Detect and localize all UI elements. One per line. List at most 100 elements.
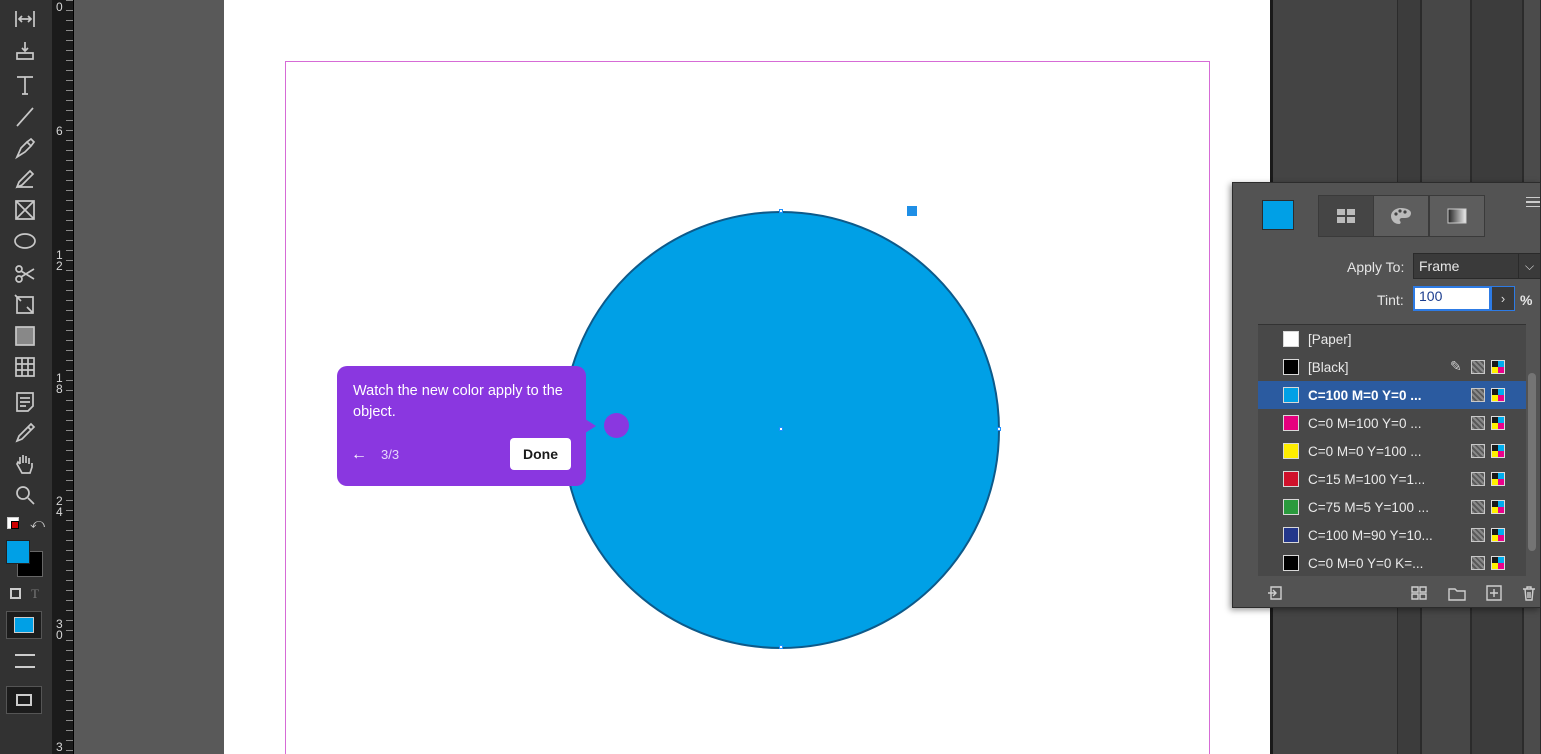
ruler-label: 0 bbox=[56, 0, 63, 14]
cmyk-mode-icon bbox=[1491, 528, 1505, 542]
swatch-name: [Black] bbox=[1308, 360, 1349, 375]
tint-unit: % bbox=[1520, 292, 1533, 308]
cmyk-mode-icon bbox=[1491, 472, 1505, 486]
center-point[interactable] bbox=[779, 427, 783, 431]
cmyk-mode-icon bbox=[1491, 500, 1505, 514]
swatch-name: C=0 M=0 Y=100 ... bbox=[1308, 444, 1422, 459]
ruler-label: 24 bbox=[56, 494, 63, 519]
chevron-down-icon: ⌵ bbox=[1518, 254, 1540, 278]
ruler-label: 6 bbox=[56, 124, 63, 138]
live-corner-handle[interactable] bbox=[907, 206, 917, 216]
fill-color-indicator[interactable] bbox=[6, 540, 30, 564]
done-button[interactable]: Done bbox=[510, 438, 571, 470]
note-tool-icon[interactable] bbox=[8, 389, 42, 415]
import-swatches-icon[interactable] bbox=[1266, 583, 1286, 603]
swatch-row-blue[interactable]: C=100 M=90 Y=10... bbox=[1258, 521, 1526, 549]
swatch-row-red[interactable]: C=15 M=100 Y=1... bbox=[1258, 465, 1526, 493]
cmyk-mode-icon bbox=[1491, 388, 1505, 402]
swatch-row-yellow[interactable]: C=0 M=0 Y=100 ... bbox=[1258, 437, 1526, 465]
process-color-icon bbox=[1471, 388, 1485, 402]
swatch-chip bbox=[1283, 443, 1299, 459]
gradient-swatch-tool-icon[interactable] bbox=[8, 323, 42, 349]
apply-to-label: Apply To: bbox=[1347, 259, 1405, 275]
swatch-row-green[interactable]: C=75 M=5 Y=100 ... bbox=[1258, 493, 1526, 521]
gap-tool-icon[interactable] bbox=[8, 6, 42, 32]
new-swatch-icon[interactable] bbox=[1484, 583, 1504, 603]
tint-label: Tint: bbox=[1377, 292, 1404, 308]
ruler-ticks bbox=[66, 0, 73, 754]
ellipse-tool-icon[interactable] bbox=[8, 228, 42, 254]
formatting-text-icon[interactable]: T bbox=[31, 586, 39, 602]
free-transform-tool-icon[interactable] bbox=[8, 292, 42, 318]
swatch-name: C=100 M=0 Y=0 ... bbox=[1308, 388, 1422, 403]
coach-hotspot bbox=[604, 413, 629, 438]
eyedropper-tool-icon[interactable] bbox=[8, 420, 42, 446]
coach-step-counter: 3/3 bbox=[381, 447, 400, 462]
cmyk-mode-icon bbox=[1491, 556, 1505, 570]
swatch-chip bbox=[1283, 471, 1299, 487]
apply-to-dropdown[interactable]: Frame ⌵ bbox=[1413, 253, 1541, 279]
tools-panel: ⤺ T bbox=[0, 0, 52, 754]
view-mode-icon[interactable] bbox=[15, 654, 35, 668]
swap-fill-stroke-icon[interactable]: ⤺ bbox=[30, 515, 45, 532]
default-fill-stroke-icon[interactable] bbox=[7, 517, 19, 529]
cmyk-mode-icon bbox=[1491, 444, 1505, 458]
pen-tool-icon[interactable] bbox=[8, 135, 42, 161]
palette-icon bbox=[1391, 208, 1411, 224]
process-color-icon bbox=[1471, 556, 1485, 570]
swatch-row-registration[interactable]: C=0 M=0 Y=0 K=... bbox=[1258, 549, 1526, 576]
scissors-tool-icon[interactable] bbox=[8, 261, 42, 287]
tint-slider-toggle[interactable]: › bbox=[1491, 286, 1515, 311]
swatch-chip bbox=[1283, 415, 1299, 431]
swatch-row-black[interactable]: [Black] ✎ bbox=[1258, 353, 1526, 381]
tint-input[interactable]: 100 bbox=[1413, 286, 1491, 311]
hand-tool-icon[interactable] bbox=[8, 451, 42, 477]
swatch-chip bbox=[1283, 527, 1299, 543]
selection-handle[interactable] bbox=[779, 645, 783, 649]
back-arrow-icon[interactable]: ← bbox=[351, 446, 367, 464]
apply-color-button[interactable] bbox=[6, 611, 42, 639]
show-all-swatches-button[interactable] bbox=[1318, 195, 1374, 237]
process-color-icon bbox=[1471, 360, 1485, 374]
swatch-chip bbox=[1283, 555, 1299, 571]
gradient-feather-tool-icon[interactable] bbox=[8, 354, 42, 380]
swatch-views-icon[interactable] bbox=[1409, 583, 1429, 603]
show-gradient-swatches-button[interactable] bbox=[1429, 195, 1485, 237]
ruler-label: 3 bbox=[56, 740, 63, 754]
panel-menu-icon[interactable] bbox=[1526, 197, 1540, 207]
swatch-row-paper[interactable]: [Paper] bbox=[1258, 325, 1526, 353]
fill-swatch-preview[interactable] bbox=[1262, 200, 1294, 230]
selection-handle[interactable] bbox=[997, 427, 1001, 431]
screen-mode-button[interactable] bbox=[6, 686, 42, 714]
swatch-row-magenta[interactable]: C=0 M=100 Y=0 ... bbox=[1258, 409, 1526, 437]
swatches-panel: Apply To: Frame ⌵ Tint: 100 › % [Paper] … bbox=[1232, 182, 1541, 608]
zoom-tool-icon[interactable] bbox=[8, 482, 42, 508]
rectangle-frame-tool-icon[interactable] bbox=[8, 197, 42, 223]
swatch-row-cyan[interactable]: C=100 M=0 Y=0 ... bbox=[1258, 381, 1526, 409]
swatch-list[interactable]: [Paper] [Black] ✎ C=100 M=0 Y=0 ... C=0 … bbox=[1258, 324, 1526, 576]
selection-handle[interactable] bbox=[779, 209, 783, 213]
swatch-list-scrollbar[interactable] bbox=[1528, 373, 1536, 551]
ruler-label: 30 bbox=[56, 617, 63, 642]
swatch-name: C=0 M=100 Y=0 ... bbox=[1308, 416, 1422, 431]
process-color-icon bbox=[1471, 444, 1485, 458]
swatch-name: C=15 M=100 Y=1... bbox=[1308, 472, 1426, 487]
apply-to-value: Frame bbox=[1419, 258, 1460, 274]
swatch-chip bbox=[1283, 387, 1299, 403]
indesign-workspace: ⤺ T 0 6 12 18 24 30 3 Watch the new colo… bbox=[0, 0, 1541, 754]
swatch-chip bbox=[1283, 499, 1299, 515]
cmyk-mode-icon bbox=[1491, 360, 1505, 374]
content-collector-icon[interactable] bbox=[8, 38, 42, 64]
line-tool-icon[interactable] bbox=[8, 104, 42, 130]
swatch-name: C=100 M=90 Y=10... bbox=[1308, 528, 1433, 543]
gradient-icon bbox=[1447, 208, 1467, 224]
chevron-right-icon: › bbox=[1500, 291, 1506, 306]
process-color-icon bbox=[1471, 500, 1485, 514]
formatting-container-icon[interactable] bbox=[10, 588, 21, 599]
show-color-swatches-button[interactable] bbox=[1373, 195, 1429, 237]
pencil-tool-icon[interactable] bbox=[8, 166, 42, 192]
type-tool-icon[interactable] bbox=[8, 72, 42, 98]
delete-swatch-icon[interactable] bbox=[1519, 583, 1539, 603]
coach-mark-popover: Watch the new color apply to the object.… bbox=[337, 366, 586, 486]
new-color-group-icon[interactable] bbox=[1447, 583, 1467, 603]
